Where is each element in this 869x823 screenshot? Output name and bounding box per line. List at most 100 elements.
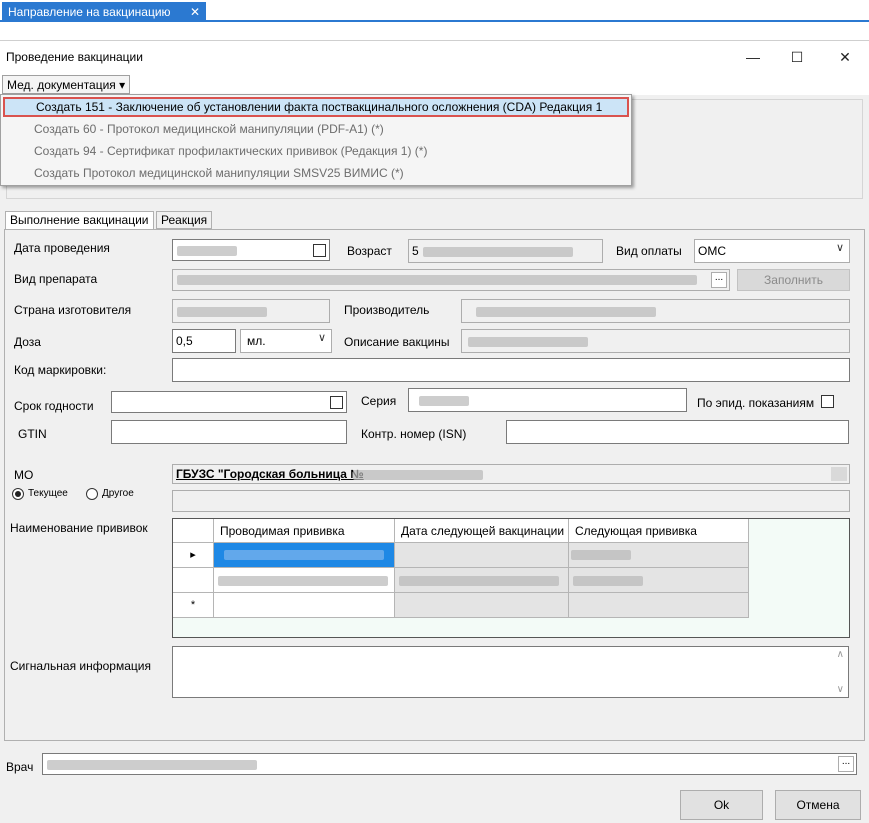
menu-item-create-94[interactable]: Создать 94 - Сертификат профилактических… <box>3 141 629 161</box>
table-cell[interactable] <box>569 568 749 593</box>
new-row-cell[interactable] <box>395 593 569 618</box>
radio-dot-icon <box>15 491 21 497</box>
doctor-field[interactable]: ... <box>42 753 857 775</box>
new-row-cell[interactable] <box>569 593 749 618</box>
window-title: Проведение вакцинации <box>6 50 143 64</box>
col-vaccination[interactable]: Проводимая прививка <box>214 519 395 543</box>
epid-indications-label: По эпид. показаниям <box>697 396 815 410</box>
drug-type-label: Вид препарата <box>14 272 98 286</box>
vaccinations-label: Наименование прививок <box>10 521 148 535</box>
tab-vaccination-execution[interactable]: Выполнение вакцинации <box>5 211 154 230</box>
radio-other[interactable] <box>86 488 98 500</box>
dose-label: Доза <box>14 335 41 349</box>
mo-other-field <box>172 490 850 512</box>
description-value-redacted <box>468 337 588 347</box>
grid-corner <box>173 519 214 543</box>
tab-reaction[interactable]: Реакция <box>156 211 213 229</box>
dropdown-caret-icon: ▾ <box>119 78 126 92</box>
table-cell[interactable] <box>395 543 569 568</box>
doctor-label: Врач <box>6 760 34 774</box>
menu-item-create-smsv25[interactable]: Создать Протокол медицинской манипуляции… <box>3 163 629 183</box>
drug-ellipsis-button[interactable]: ... <box>711 272 727 288</box>
manufacturer-field <box>461 299 850 323</box>
minimize-button[interactable]: — <box>738 45 768 69</box>
ok-button[interactable]: Ok <box>680 790 763 820</box>
marking-code-label: Код маркировки: <box>14 363 107 377</box>
cell-value-redacted <box>399 576 559 586</box>
close-window-button[interactable]: ✕ <box>830 45 860 69</box>
series-value-redacted <box>419 396 469 406</box>
mo-radio-group: Текущее Другое <box>12 487 148 505</box>
title-bar: Проведение вакцинации — ☐ ✕ <box>0 41 869 73</box>
cancel-button[interactable]: Отмена <box>775 790 861 820</box>
tab-title: Направление на вакцинацию <box>8 5 171 19</box>
manufacturer-label: Производитель <box>344 303 430 317</box>
radio-other-label: Другое <box>102 488 134 499</box>
cell-value-redacted <box>218 576 388 586</box>
menu-item-create-60[interactable]: Создать 60 - Протокол медицинской манипу… <box>3 119 629 139</box>
age-value: 5 <box>412 244 419 258</box>
close-tab-icon[interactable]: ✕ <box>190 2 200 22</box>
isn-input[interactable] <box>506 420 849 444</box>
manufacturer-value-redacted <box>476 307 656 317</box>
date-value-redacted <box>177 246 237 256</box>
drug-value-redacted <box>177 275 697 285</box>
gtin-input[interactable] <box>111 420 347 444</box>
cell-value-redacted <box>571 550 631 560</box>
mo-field: ГБУЗС "Городская больница № <box>172 464 850 484</box>
series-label: Серия <box>361 394 397 408</box>
mo-value-redacted <box>353 470 483 480</box>
triangle-right-icon[interactable]: ▸ <box>173 543 214 568</box>
table-row[interactable] <box>214 568 395 593</box>
epid-indications-checkbox[interactable] <box>821 395 834 408</box>
cell-value-redacted <box>224 550 384 560</box>
table-row[interactable] <box>214 543 395 568</box>
gtin-label: GTIN <box>18 427 47 441</box>
date-checkbox[interactable] <box>313 244 326 257</box>
doctor-ellipsis-button[interactable]: ... <box>838 756 854 772</box>
payment-type-label: Вид оплаты <box>616 244 682 258</box>
vaccine-description-field <box>461 329 850 353</box>
col-next-date[interactable]: Дата следующей вакцинации <box>395 519 569 543</box>
chevron-down-icon: ∨ <box>317 332 326 344</box>
mo-select-button[interactable] <box>831 467 847 481</box>
dose-unit-select[interactable]: мл. ∨ <box>240 329 332 353</box>
drug-type-field[interactable]: ... <box>172 269 730 291</box>
country-value-redacted <box>177 307 267 317</box>
tab-vaccination-referral[interactable]: Направление на вакцинацию ✕ <box>2 2 206 22</box>
marking-code-input[interactable] <box>172 358 850 382</box>
grid-row-header[interactable] <box>173 568 214 593</box>
series-input[interactable] <box>408 388 687 412</box>
expiry-input[interactable] <box>111 391 347 413</box>
country-label: Страна изготовителя <box>14 303 132 317</box>
med-docs-menu[interactable]: Мед. документация ▾ <box>2 75 131 94</box>
age-field: 5 <box>408 239 603 263</box>
signal-info-label: Сигнальная информация <box>10 659 151 673</box>
date-input[interactable] <box>172 239 330 261</box>
chevron-down-icon[interactable]: ∨ <box>837 684 844 695</box>
date-label: Дата проведения <box>14 241 110 255</box>
payment-type-select[interactable]: ОМС ∨ <box>694 239 850 263</box>
med-docs-menu-label: Мед. документация <box>7 78 116 92</box>
menu-item-create-151[interactable]: Создать 151 - Заключение об установлении… <box>3 97 629 117</box>
chevron-down-icon: ∨ <box>835 242 844 254</box>
dose-unit-value: мл. <box>247 334 266 348</box>
fill-button[interactable]: Заполнить <box>737 269 850 291</box>
signal-info-textarea[interactable]: ∧ ∨ <box>172 646 849 698</box>
radio-current[interactable] <box>12 488 24 500</box>
age-value-redacted <box>423 247 573 257</box>
isn-label: Контр. номер (ISN) <box>361 427 467 441</box>
dose-input[interactable]: 0,5 <box>172 329 236 353</box>
med-docs-dropdown: Создать 151 - Заключение об установлении… <box>0 94 632 186</box>
menu-bar: Мед. документация ▾ <box>0 73 869 95</box>
vaccine-description-label: Описание вакцины <box>344 335 450 349</box>
new-row-cell[interactable] <box>214 593 395 618</box>
chevron-up-icon[interactable]: ∧ <box>837 649 844 660</box>
payment-type-value: ОМС <box>698 244 726 258</box>
asterisk-icon[interactable]: * <box>173 593 214 618</box>
table-cell[interactable] <box>395 568 569 593</box>
col-next-vaccination[interactable]: Следующая прививка <box>569 519 749 543</box>
table-cell[interactable] <box>569 543 749 568</box>
expiry-checkbox[interactable] <box>330 396 343 409</box>
maximize-button[interactable]: ☐ <box>782 45 812 69</box>
